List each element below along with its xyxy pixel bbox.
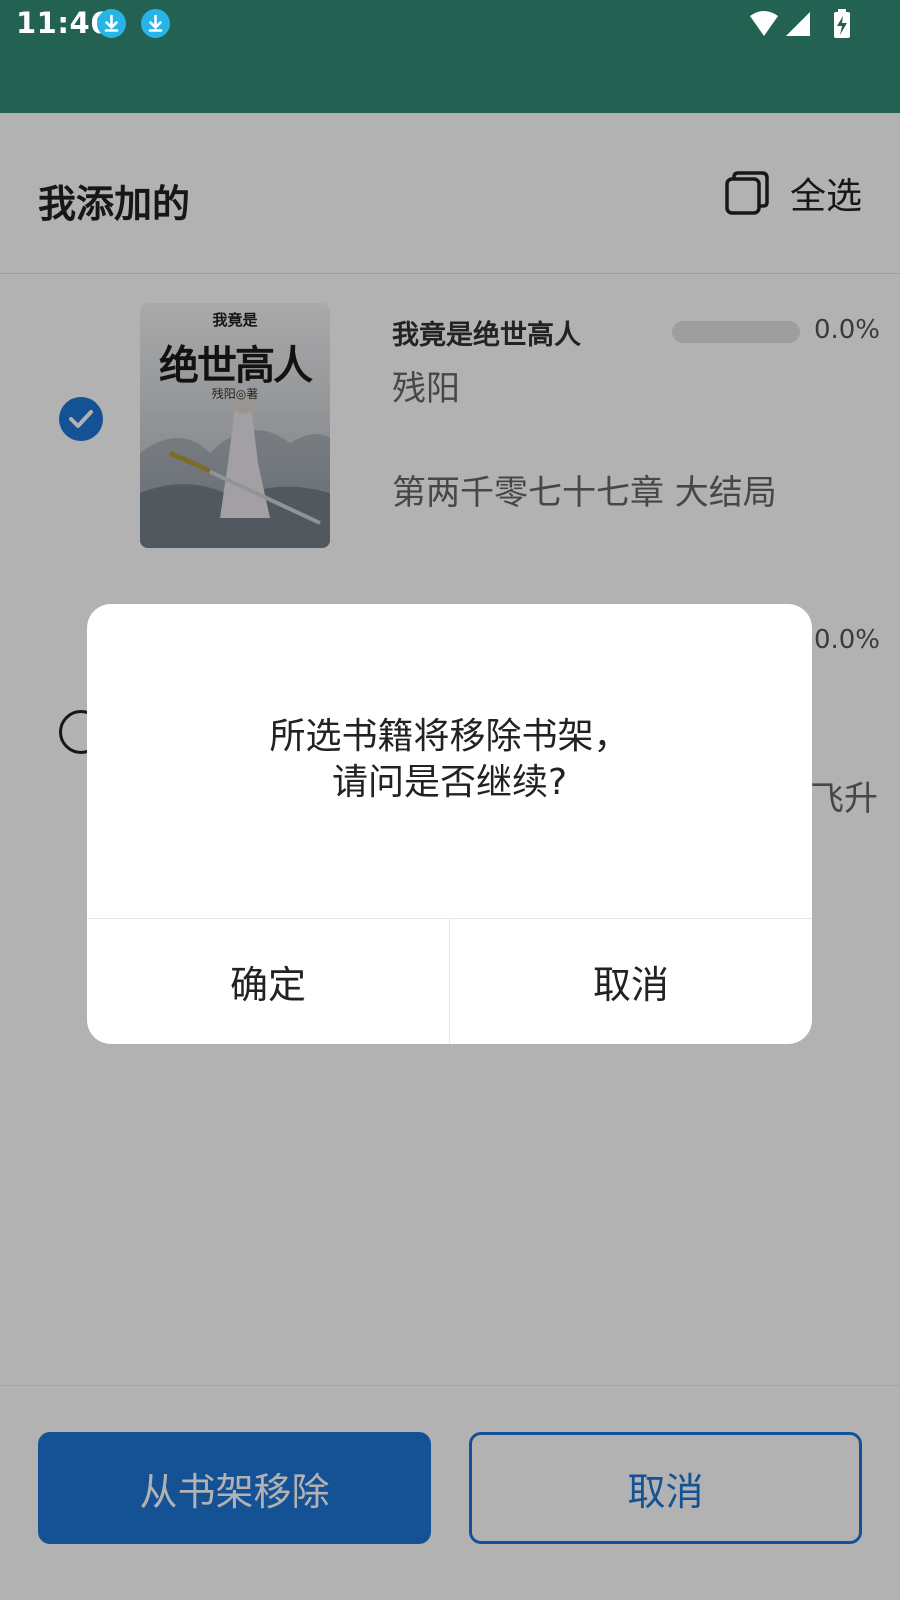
- dialog-confirm-button[interactable]: 确定: [87, 919, 449, 1044]
- signal-icon: [786, 12, 810, 36]
- download-icon: [97, 9, 126, 38]
- confirm-remove-dialog: 所选书籍将移除书架， 请问是否继续? 确定 取消: [87, 604, 812, 1044]
- dialog-cancel-button[interactable]: 取消: [450, 919, 812, 1044]
- dialog-message: 所选书籍将移除书架， 请问是否继续?: [87, 714, 812, 806]
- dialog-message-line2: 请问是否继续?: [331, 762, 568, 803]
- battery-charging-icon: [834, 9, 850, 38]
- download-icon: [141, 9, 170, 38]
- dialog-message-line1: 所选书籍将移除书架，: [269, 716, 630, 757]
- wifi-icon: [750, 11, 778, 36]
- status-icons: [750, 8, 854, 44]
- status-bar: 11:46: [0, 0, 900, 113]
